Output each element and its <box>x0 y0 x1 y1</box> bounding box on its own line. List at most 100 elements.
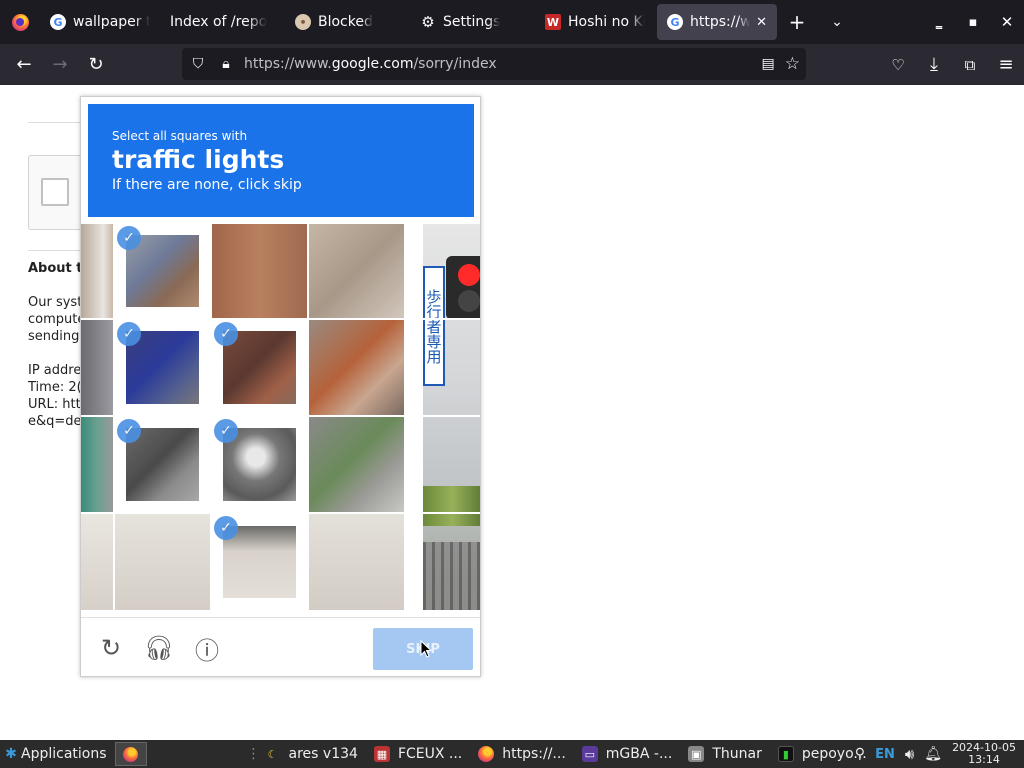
firefox-icon <box>478 746 495 762</box>
forward-button[interactable]: → <box>42 49 78 81</box>
checkmark-icon: ✓ <box>214 516 238 540</box>
grid-tile[interactable] <box>115 514 210 610</box>
divider <box>28 250 88 251</box>
info-icon[interactable]: ⓘ <box>191 632 223 665</box>
tab-active-google[interactable]: G https://ww ✕ <box>657 4 777 40</box>
tab-index-repo[interactable]: Index of /repo <box>160 4 285 40</box>
grid-tile[interactable] <box>81 417 113 512</box>
bookmark-star-icon[interactable]: ☆ <box>785 54 800 74</box>
checkmark-icon: ✓ <box>117 419 141 443</box>
recaptcha-checkbox[interactable] <box>41 178 69 206</box>
folder-icon: ▣ <box>688 746 705 762</box>
traffic-light-tile-column[interactable]: 歩行者専用 <box>423 224 480 610</box>
task-ares[interactable]: ☾ ares v134 <box>257 740 366 768</box>
grid-tile[interactable] <box>309 224 404 318</box>
audio-challenge-icon[interactable]: 🎧︎ <box>143 632 175 664</box>
task-mgba[interactable]: ▭ mGBA -... <box>574 740 681 768</box>
divider <box>28 122 88 123</box>
wiki-icon: W <box>545 14 561 30</box>
close-window-button[interactable]: ✕ <box>990 0 1024 44</box>
back-button[interactable]: ← <box>6 49 42 81</box>
tab-strip: G wallpaper to Index of /repo • Blocked … <box>0 0 1024 44</box>
tile-image <box>309 320 404 415</box>
applications-menu[interactable]: ✱ Applications <box>0 740 111 768</box>
task-thunar[interactable]: ▣ Thunar <box>680 740 770 768</box>
tile-image <box>212 224 307 318</box>
tile-image <box>81 224 113 318</box>
grid-tile[interactable] <box>212 224 307 318</box>
hamburger-menu-icon[interactable]: ≡ <box>988 49 1024 81</box>
grid-tile-selected[interactable]: ✓ <box>212 514 307 610</box>
firefox-launcher-icon[interactable] <box>114 742 147 766</box>
pedestrian-sign: 歩行者専用 <box>423 266 445 386</box>
instruction-small: Select all squares with <box>112 129 248 143</box>
grid-tile[interactable] <box>309 417 404 512</box>
task-firefox[interactable]: https://... <box>470 740 574 768</box>
maximize-button[interactable]: ▪ <box>956 0 990 44</box>
image-grid: ✓ ✓ ✓ ✓ ✓ ✓ 歩行者専用 <box>81 224 480 610</box>
downloads-icon[interactable]: ⤓ <box>916 49 952 81</box>
system-tray: ⚲ EN 🔊︎ 🔔︎ 2024-10-05 13:14 <box>855 740 1024 768</box>
close-tab-icon[interactable]: ✕ <box>756 15 767 30</box>
minimize-button[interactable]: ‗ <box>922 0 956 44</box>
google-icon: G <box>667 14 683 30</box>
shield-icon[interactable]: ⛉ <box>184 56 212 72</box>
url-line-cont: e&q=de <box>28 414 82 429</box>
traffic-light-icon <box>446 256 480 320</box>
paragraph-line: Our syst <box>28 295 83 310</box>
cookie-icon: • <box>295 14 311 30</box>
new-tab-button[interactable]: + <box>777 0 817 44</box>
mouse-cursor-icon <box>420 640 432 658</box>
list-all-tabs-icon[interactable]: ⌄ <box>817 0 857 44</box>
grid-tile-selected[interactable]: ✓ <box>115 320 210 415</box>
taskbar: ✱ Applications ⋮ ☾ ares v134 ▦ FCEUX ...… <box>0 740 1024 768</box>
task-fceux[interactable]: ▦ FCEUX ... <box>366 740 470 768</box>
reload-button[interactable]: ↻ <box>78 49 114 81</box>
firefox-menu-icon[interactable] <box>0 0 40 44</box>
grid-tile-selected[interactable]: ✓ <box>212 320 307 415</box>
reload-challenge-icon[interactable]: ↻ <box>95 632 127 664</box>
tile-image <box>309 514 404 610</box>
ip-address-line: IP addre <box>28 363 82 378</box>
instruction-target: traffic lights <box>112 145 285 174</box>
url-bar[interactable]: ⛉ 🔒︎ https://www.google.com/sorry/index … <box>182 48 806 80</box>
tab-hoshi[interactable]: W Hoshi no Kir <box>535 4 655 40</box>
pocket-icon[interactable]: ♡ <box>880 49 916 81</box>
moon-icon: ☾ <box>267 747 278 761</box>
notification-bell-icon[interactable]: 🔔︎ <box>924 746 942 762</box>
tab-wallpaper[interactable]: G wallpaper to <box>40 4 160 40</box>
tile-image <box>81 514 113 610</box>
separator: ⋮ <box>246 746 261 762</box>
tile-image <box>81 320 113 415</box>
url-text[interactable]: https://www.google.com/sorry/index <box>244 56 497 72</box>
reader-view-icon[interactable]: ▤ <box>762 56 775 72</box>
paragraph-line: compute <box>28 312 86 327</box>
grid-tile-selected[interactable]: ✓ <box>115 224 210 318</box>
tab-settings[interactable]: ⚙ Settings <box>410 4 535 40</box>
lock-icon[interactable]: 🔒︎ <box>212 56 240 72</box>
checkmark-icon: ✓ <box>214 419 238 443</box>
terminal-icon: ▮ <box>777 746 794 762</box>
grid-tile[interactable] <box>309 514 404 610</box>
grid-tile[interactable] <box>309 320 404 415</box>
tile-image <box>309 224 404 318</box>
tab-blocked[interactable]: • Blocked <box>285 4 410 40</box>
grid-tile[interactable] <box>81 514 113 610</box>
xfce-icon: ✱ <box>5 746 17 762</box>
clock[interactable]: 2024-10-05 13:14 <box>952 742 1016 766</box>
about-heading: About t <box>28 261 83 276</box>
tile-image <box>115 514 210 610</box>
paragraph-line: sending <box>28 329 80 344</box>
instruction-sub: If there are none, click skip <box>112 177 302 193</box>
grid-tile[interactable] <box>81 320 113 415</box>
grid-tile-selected[interactable]: ✓ <box>115 417 210 512</box>
extensions-icon[interactable]: ⧉ <box>952 49 988 81</box>
fceux-icon: ▦ <box>373 746 390 762</box>
url-line: URL: htt <box>28 397 81 412</box>
checkmark-icon: ✓ <box>117 322 141 346</box>
volume-icon[interactable]: 🔊︎ <box>905 745 914 763</box>
grid-tile[interactable] <box>81 224 113 318</box>
network-icon[interactable]: ⚲ <box>855 746 865 762</box>
grid-tile-selected[interactable]: ✓ <box>212 417 307 512</box>
keyboard-layout[interactable]: EN <box>875 747 895 762</box>
